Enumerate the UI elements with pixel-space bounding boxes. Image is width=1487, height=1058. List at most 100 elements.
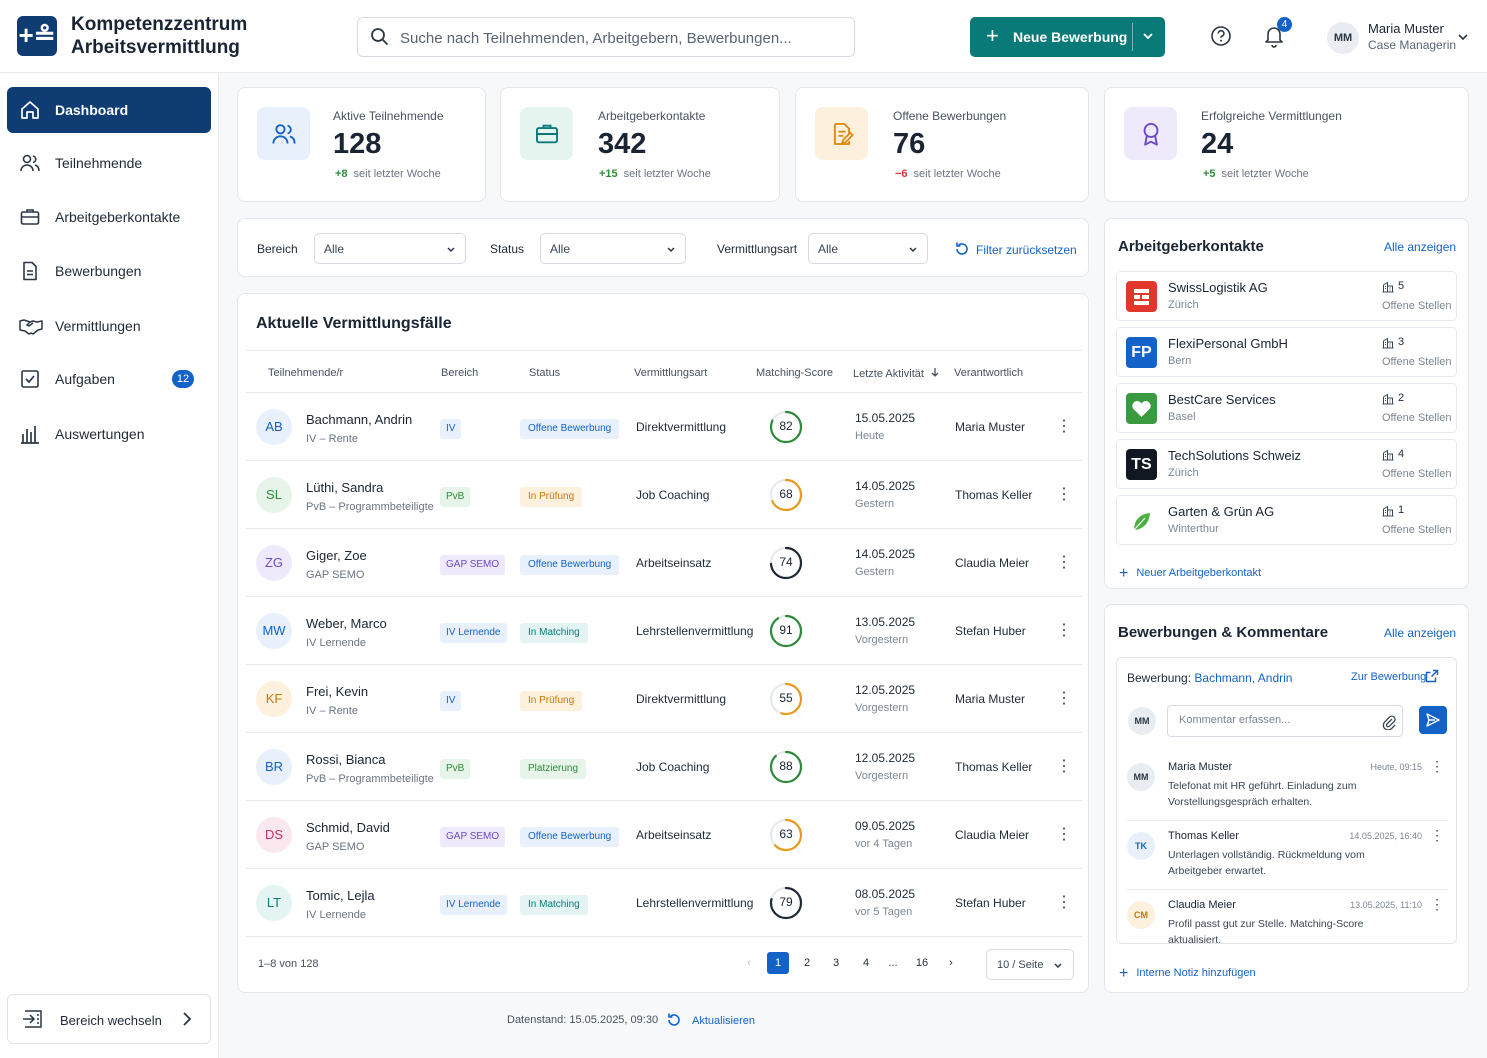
participant-name[interactable]: Tomic, Lejla	[306, 888, 375, 903]
more-actions-icon[interactable]: ⋮	[1056, 621, 1072, 641]
employer-item[interactable]: Garten & Grün AG Winterthur 1 Offene Ste…	[1116, 495, 1457, 545]
send-comment-button[interactable]	[1419, 706, 1447, 734]
app-logo[interactable]: +≗	[17, 16, 57, 56]
help-icon[interactable]	[1210, 25, 1232, 47]
more-actions-icon[interactable]: ⋮	[1430, 827, 1444, 844]
column-header-participant[interactable]: Teilnehmende/r	[268, 367, 343, 379]
kpi-card-open-applications[interactable]: Offene Bewerbungen 76 −6 seit letzter Woc…	[795, 87, 1089, 202]
more-actions-icon[interactable]: ⋮	[1056, 553, 1072, 573]
table-row[interactable]: SL Lüthi, Sandra PvB – Programmbeteiligt…	[246, 461, 1082, 529]
more-actions-icon[interactable]: ⋮	[1430, 896, 1444, 913]
user-name[interactable]: Maria Muster	[1368, 21, 1444, 36]
filter-status-select[interactable]: Alle	[540, 233, 686, 264]
divider	[246, 350, 1082, 351]
employer-name[interactable]: TechSolutions Schweiz	[1168, 448, 1301, 463]
user-avatar[interactable]: MM	[1327, 22, 1359, 54]
more-actions-icon[interactable]: ⋮	[1056, 485, 1072, 505]
sidebar-item-arbeitgeberkontakte[interactable]: Arbeitgeberkontakte	[7, 194, 211, 240]
add-employer-link[interactable]: + Neuer Arbeitgeberkontakt	[1119, 563, 1261, 582]
participant-name[interactable]: Rossi, Bianca	[306, 752, 385, 767]
page-size-select[interactable]: 10 / Seite	[986, 949, 1074, 980]
comment-field[interactable]	[1167, 705, 1403, 737]
table-row[interactable]: DS Schmid, David GAP SEMO GAP SEMO Offen…	[246, 801, 1082, 869]
filter-value: Alle	[324, 242, 345, 256]
goto-application-link[interactable]: Zur Bewerbung	[1351, 669, 1439, 683]
participant-name[interactable]: Bachmann, Andrin	[306, 412, 412, 427]
sidebar-item-teilnehmende[interactable]: Teilnehmende	[7, 140, 211, 186]
column-header-status[interactable]: Status	[529, 367, 560, 379]
kpi-card-placements[interactable]: Erfolgreiche Vermittlungen 24 +5 seit let…	[1104, 87, 1469, 202]
column-header-owner[interactable]: Verantwortlich	[954, 367, 1023, 379]
chevron-down-icon[interactable]	[1457, 31, 1469, 43]
more-actions-icon[interactable]: ⋮	[1056, 825, 1072, 845]
column-header-bereich[interactable]: Bereich	[441, 367, 478, 379]
table-row[interactable]: LT Tomic, Lejla IV Lernende IV Lernende …	[246, 869, 1082, 937]
application-label: Bewerbung:	[1127, 671, 1192, 685]
more-actions-icon[interactable]: ⋮	[1056, 417, 1072, 437]
employer-item[interactable]: TS TechSolutions Schweiz Zürich 4 Offene …	[1116, 439, 1457, 489]
prev-page-button[interactable]: ‹	[738, 952, 760, 974]
sidebar-item-auswertungen[interactable]: Auswertungen	[7, 411, 211, 457]
page-button[interactable]: 16	[911, 952, 933, 974]
table-row[interactable]: AB Bachmann, Andrin IV – Rente IV Offene…	[246, 393, 1082, 461]
column-header-last-activity[interactable]: Letzte Aktivität	[853, 367, 940, 380]
employer-name[interactable]: BestCare Services	[1168, 392, 1276, 407]
filter-art-select[interactable]: Alle	[808, 233, 928, 264]
participant-name[interactable]: Lüthi, Sandra	[306, 480, 383, 495]
table-row[interactable]: KF Frei, Kevin IV – Rente IV In Prüfung …	[246, 665, 1082, 733]
new-application-button[interactable]: + Neue Bewerbung	[970, 17, 1165, 57]
comments-show-all-link[interactable]: Alle anzeigen	[1384, 626, 1456, 640]
column-header-score[interactable]: Matching-Score	[756, 367, 833, 379]
add-note-link[interactable]: + Interne Notiz hinzufügen	[1119, 963, 1256, 982]
page-button[interactable]: 1	[767, 952, 789, 974]
search-input[interactable]	[400, 26, 840, 50]
employer-name[interactable]: FlexiPersonal GmbH	[1168, 336, 1288, 351]
paperclip-icon[interactable]	[1382, 714, 1396, 730]
open-positions-value: 3	[1398, 336, 1405, 348]
kpi-card-employers[interactable]: Arbeitgeberkontakte 342 +15 seit letzter …	[500, 87, 780, 202]
sidebar-item-aufgaben[interactable]: Aufgaben 12	[7, 356, 211, 402]
pagination-info: 1–8 von 128	[258, 958, 319, 970]
global-search[interactable]	[357, 17, 855, 57]
employer-item[interactable]: FP FlexiPersonal GmbH Bern 3 Offene Stell…	[1116, 327, 1457, 377]
page-button[interactable]: 3	[825, 952, 847, 974]
switch-area-button[interactable]: Bereich wechseln	[7, 994, 211, 1044]
filter-bereich-select[interactable]: Alle	[314, 233, 466, 264]
kpi-card-participants[interactable]: Aktive Teilnehmende 128 +8 seit letzter W…	[237, 87, 486, 202]
more-actions-icon[interactable]: ⋮	[1056, 757, 1072, 777]
employer-name[interactable]: Garten & Grün AG	[1168, 504, 1274, 519]
kpi-delta-text: seit letzter Woche	[353, 168, 441, 180]
employers-show-all-link[interactable]: Alle anzeigen	[1384, 240, 1456, 254]
table-row[interactable]: BR Rossi, Bianca PvB – Programmbeteiligt…	[246, 733, 1082, 801]
employer-name[interactable]: SwissLogistik AG	[1168, 280, 1268, 295]
sidebar-item-vermittlungen[interactable]: Vermittlungen	[7, 303, 211, 349]
employer-item[interactable]: BestCare Services Basel 2 Offene Stellen	[1116, 383, 1457, 433]
placement-type: Lehrstellenvermittlung	[636, 896, 754, 910]
application-name-link[interactable]: Bachmann, Andrin	[1194, 671, 1292, 685]
new-application-label: Neue Bewerbung	[1013, 29, 1128, 45]
participant-name[interactable]: Giger, Zoe	[306, 548, 367, 563]
participant-name[interactable]: Weber, Marco	[306, 616, 387, 631]
more-actions-icon[interactable]: ⋮	[1430, 758, 1444, 775]
column-header-art[interactable]: Vermittlungsart	[634, 367, 707, 379]
chevron-down-icon[interactable]	[1141, 29, 1155, 43]
page-button[interactable]: 4	[855, 952, 877, 974]
next-page-button[interactable]: ›	[940, 952, 962, 974]
kpi-delta-text: seit letzter Woche	[913, 168, 1001, 180]
participant-name[interactable]: Frei, Kevin	[306, 684, 368, 699]
cases-table-title: Aktuelle Vermittlungsfälle	[256, 315, 452, 332]
comment-input[interactable]	[1179, 714, 1379, 726]
table-row[interactable]: MW Weber, Marco IV Lernende IV Lernende …	[246, 597, 1082, 665]
sidebar-item-bewerbungen[interactable]: Bewerbungen	[7, 248, 211, 294]
table-row[interactable]: ZG Giger, Zoe GAP SEMO GAP SEMO Offene B…	[246, 529, 1082, 597]
employer-item[interactable]: SwissLogistik AG Zürich 5 Offene Stellen	[1116, 271, 1457, 321]
more-actions-icon[interactable]: ⋮	[1056, 893, 1072, 913]
refresh-button[interactable]: Aktualisieren	[666, 1012, 755, 1031]
page-button[interactable]: 2	[796, 952, 818, 974]
more-actions-icon[interactable]: ⋮	[1056, 689, 1072, 709]
participant-name[interactable]: Schmid, David	[306, 820, 390, 835]
sidebar-item-dashboard[interactable]: Dashboard	[7, 87, 211, 133]
filter-status-label: Status	[490, 242, 525, 256]
comment-author: Maria Muster	[1168, 761, 1233, 773]
refresh-icon	[956, 242, 968, 255]
